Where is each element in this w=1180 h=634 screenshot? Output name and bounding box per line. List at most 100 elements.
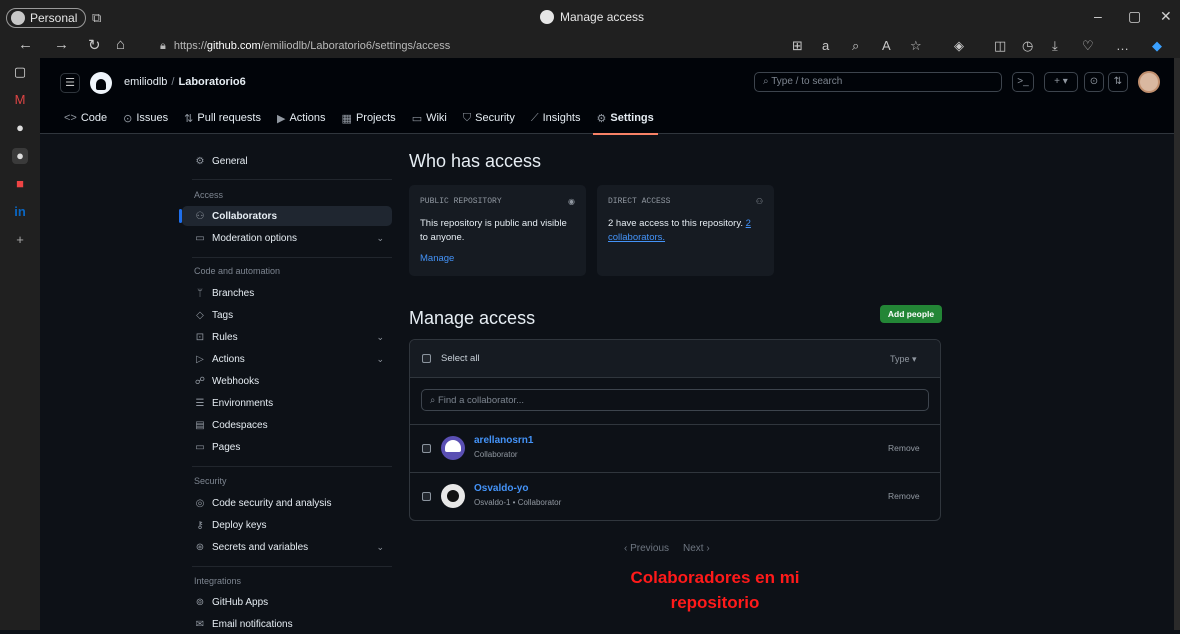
sidebar-item-actions[interactable]: ▷ Actions ⌄	[182, 349, 392, 369]
tab-label: Security	[475, 112, 515, 124]
sidebar-item-branches[interactable]: ᛘ Branches	[182, 283, 392, 303]
linkedin-icon[interactable]: in	[12, 204, 28, 220]
github-favicon-icon	[540, 10, 554, 24]
type-filter[interactable]: Type ▾	[890, 354, 917, 365]
collaborator-name-link[interactable]: Osvaldo-yo	[474, 483, 528, 494]
collaborator-name-link[interactable]: arellanosrn1	[474, 435, 533, 446]
split-screen-icon[interactable]: ◫	[994, 38, 1006, 54]
find-collaborator-input[interactable]: ⌕ Find a collaborator...	[421, 389, 929, 411]
repo-link[interactable]: Laboratorio6	[178, 76, 245, 88]
user-avatar[interactable]	[1138, 71, 1160, 93]
sidebar-item-email-notifications[interactable]: ✉ Email notifications	[182, 614, 392, 634]
search-input[interactable]: ⌕ Type / to search	[754, 72, 1002, 92]
back-icon[interactable]: ←	[18, 36, 33, 53]
sidebar-item-collaborators[interactable]: ⚇ Collaborators	[179, 206, 392, 226]
sidebar-item-label: Secrets and variables	[212, 541, 309, 553]
sidebar-item-label: Tags	[212, 309, 234, 321]
sidebar-item-code-security[interactable]: ◎ Code security and analysis	[182, 493, 392, 513]
tab-insights[interactable]: ⟋ Insights	[523, 108, 589, 128]
forward-icon[interactable]: →	[54, 36, 69, 53]
manage-link[interactable]: Manage	[420, 253, 454, 264]
browser-essentials-icon[interactable]: ♡	[1082, 38, 1094, 54]
history-icon[interactable]: ◷	[1022, 38, 1033, 54]
sidebar-item-codespaces[interactable]: ▤ Codespaces	[182, 415, 392, 435]
collaborators-link[interactable]: collaborators.	[608, 232, 665, 243]
row-checkbox[interactable]	[422, 444, 431, 453]
tab-label: Issues	[136, 112, 169, 124]
sidebar-item-pages[interactable]: ▭ Pages	[182, 437, 392, 457]
minimize-icon[interactable]: –	[1094, 8, 1102, 24]
vertical-tabs-icon[interactable]: ▢	[12, 64, 28, 80]
tab-pull-requests[interactable]: ⇅ Pull requests	[176, 108, 269, 128]
tab-wiki[interactable]: ▭ Wiki	[404, 108, 455, 128]
create-new-icon[interactable]: + ▾	[1044, 72, 1078, 92]
github-logo-icon[interactable]	[90, 72, 112, 94]
sidebar-item-label: Branches	[212, 287, 255, 299]
search-placeholder: Type / to search	[771, 76, 843, 87]
tab-actions-icon[interactable]: ⧉	[92, 10, 101, 26]
table-row: arellanosrn1 Collaborator Remove	[410, 424, 940, 472]
more-icon[interactable]: …	[1116, 38, 1129, 53]
home-icon[interactable]: ⌂	[116, 36, 125, 53]
remove-button[interactable]: Remove	[888, 491, 920, 501]
pull-requests-header-icon[interactable]: ⇅	[1108, 72, 1128, 92]
github-tab-icon[interactable]: ●	[12, 120, 28, 136]
collaborator-role: Osvaldo-1 • Collaborator	[474, 498, 562, 507]
owner-link[interactable]: emiliodlb	[124, 76, 167, 88]
downloads-icon[interactable]: ⤓	[1052, 38, 1058, 54]
read-aloud-icon[interactable]: A	[882, 38, 891, 53]
sidebar-item-general[interactable]: ⚙ General	[182, 151, 392, 171]
sidebar-item-moderation[interactable]: ▭ Moderation options ⌄	[182, 228, 392, 248]
add-tab-icon[interactable]: +	[12, 232, 28, 248]
gmail-icon[interactable]: M	[12, 92, 28, 108]
menu-icon[interactable]: ☰	[60, 73, 80, 93]
next-label: Next	[683, 543, 704, 554]
collaborator-role: Collaborator	[474, 450, 518, 459]
settings-page: ⚙ General Access ⚇ Collaborators ▭ Moderati…	[40, 135, 1174, 630]
row-checkbox[interactable]	[422, 492, 431, 501]
favorite-star-icon[interactable]: ☆	[910, 38, 922, 54]
sidebar-item-deploy-keys[interactable]: ⚷ Deploy keys	[182, 515, 392, 535]
box-header: Select all Type ▾	[410, 340, 940, 378]
divider	[192, 566, 392, 567]
remove-button[interactable]: Remove	[888, 443, 920, 453]
maximize-icon[interactable]: ▢	[1128, 8, 1141, 25]
profile-button[interactable]: Personal	[6, 8, 87, 28]
sidebar-item-rules[interactable]: ⊡ Rules ⌄	[182, 327, 392, 347]
select-all-checkbox[interactable]	[422, 354, 431, 363]
tab-code[interactable]: <> Code	[56, 108, 115, 128]
collaborators-count-link[interactable]: 2	[746, 218, 751, 229]
page-scrollbar[interactable]	[1174, 58, 1180, 630]
zoom-icon[interactable]: ⌕	[852, 38, 859, 54]
tab-issues[interactable]: ⊙ Issues	[115, 108, 176, 128]
sidebar-item-tags[interactable]: ◇ Tags	[182, 305, 392, 325]
tab-security[interactable]: ⛉ Security	[455, 108, 523, 128]
sidebar-item-environments[interactable]: ☰ Environments	[182, 393, 392, 413]
issues-header-icon[interactable]: ⊙	[1084, 72, 1104, 92]
apps-icon[interactable]: ⊞	[792, 38, 803, 54]
tab-settings[interactable]: ⚙ Settings	[589, 108, 662, 135]
refresh-icon[interactable]: ↻	[88, 36, 101, 54]
avatar[interactable]	[441, 436, 465, 460]
sidebar-item-github-apps[interactable]: ⊚ GitHub Apps	[182, 592, 392, 612]
profile-label: Personal	[30, 11, 78, 25]
copilot-icon[interactable]: ◆	[1152, 38, 1162, 54]
branch-icon: ᛘ	[197, 287, 203, 299]
close-icon[interactable]: ✕	[1160, 8, 1172, 25]
previous-button[interactable]: ‹ Previous	[624, 543, 669, 554]
collaborators-box: Select all Type ▾ ⌕ Find a collaborator.…	[409, 339, 941, 521]
github-active-tab-icon[interactable]: ●	[12, 148, 28, 164]
add-people-button[interactable]: Add people	[880, 305, 942, 323]
avatar[interactable]	[441, 484, 465, 508]
command-palette-icon[interactable]: >_	[1012, 72, 1034, 92]
extensions-icon[interactable]: ◈	[954, 38, 964, 54]
sidebar-item-webhooks[interactable]: ☍ Webhooks	[182, 371, 392, 391]
translate-icon[interactable]: a	[822, 38, 829, 53]
sidebar-item-secrets[interactable]: ⊛ Secrets and variables ⌄	[182, 537, 392, 557]
repo-tabs: <> Code ⊙ Issues ⇅ Pull requests ▶ Actions ▦…	[56, 108, 662, 135]
tab-actions[interactable]: ▶ Actions	[269, 108, 334, 128]
office-icon[interactable]: ■	[12, 176, 28, 192]
tab-projects[interactable]: ▦ Projects	[334, 108, 404, 128]
next-button[interactable]: Next ›	[683, 543, 710, 554]
search-icon: ⌕	[763, 76, 772, 87]
